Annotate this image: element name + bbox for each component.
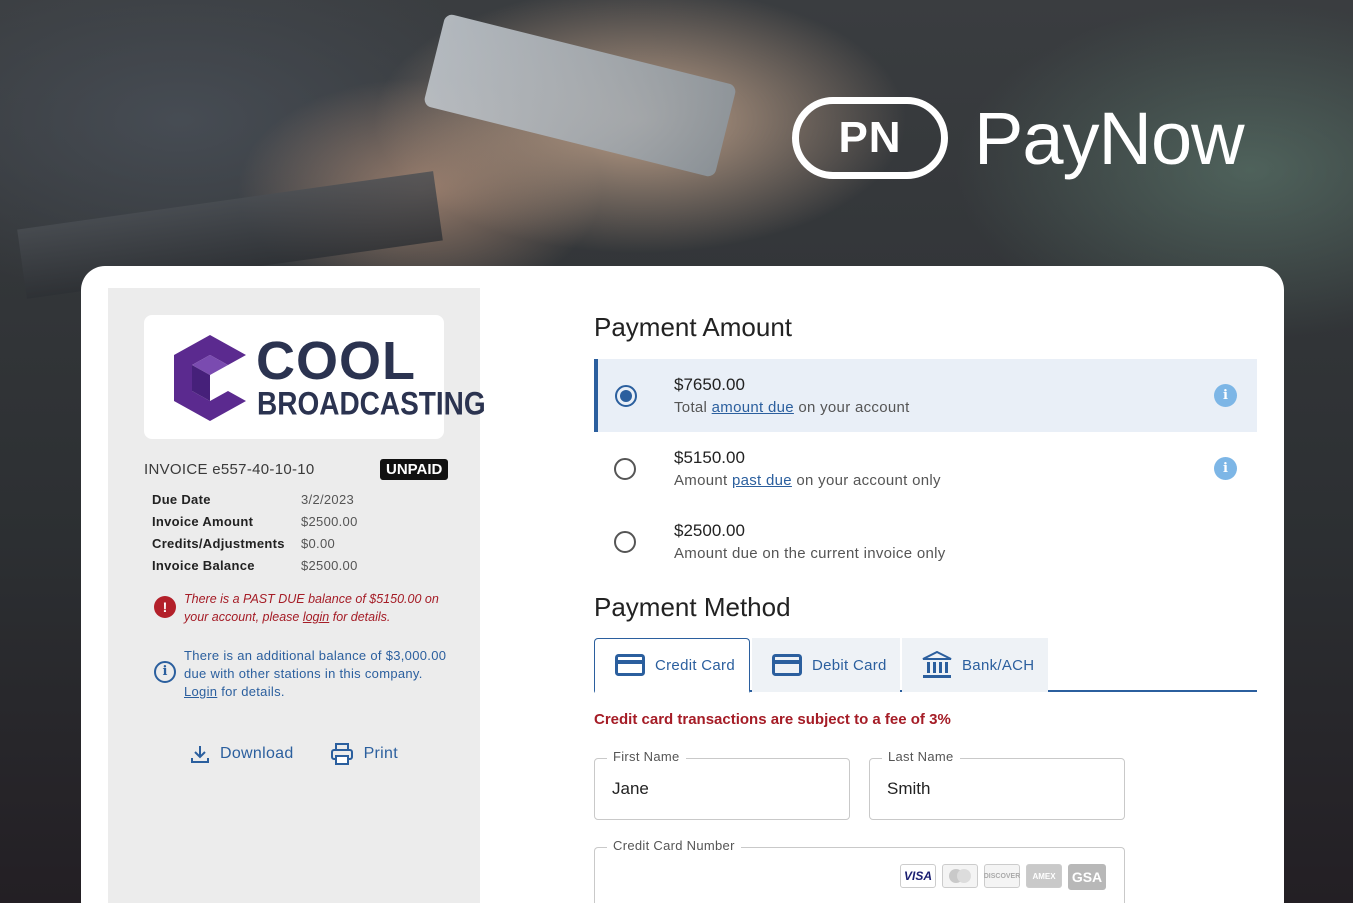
tab-label: Bank/ACH (962, 656, 1035, 674)
last-name-value: Smith (887, 779, 931, 798)
brand-name: PayNow (974, 96, 1245, 180)
download-button[interactable]: Download (190, 743, 294, 765)
fee-notice: Credit card transactions are subject to … (594, 711, 951, 728)
discover-icon: DISCOVER (984, 864, 1020, 888)
info-icon[interactable]: i (1214, 384, 1237, 407)
option-amount: $2500.00 (674, 521, 745, 540)
additional-balance-text: There is an additional balance of $3,000… (184, 648, 447, 681)
option-description: Total amount due on your account (674, 399, 910, 416)
paynow-logo: PN PayNow (792, 95, 1245, 181)
past-due-alert: ! There is a PAST DUE balance of $5150.0… (154, 590, 454, 626)
company-logo-icon (174, 335, 246, 421)
option-description-text: Total (674, 399, 712, 416)
pn-logo-mark: PN (792, 97, 948, 179)
amex-icon: AMEX (1026, 864, 1062, 888)
info-icon[interactable]: i (1214, 457, 1237, 480)
invoice-actions: Download Print (190, 743, 398, 765)
bank-icon (922, 651, 952, 678)
invoice-row: Due Date 3/2/2023 (152, 492, 358, 514)
tab-label: Credit Card (655, 656, 735, 674)
last-name-label: Last Name (882, 749, 960, 764)
option-amount: $7650.00 (674, 375, 745, 394)
invoice-row-value: $2500.00 (301, 514, 358, 529)
additional-balance-text-end: for details. (217, 684, 285, 699)
invoice-row: Invoice Balance $2500.00 (152, 558, 358, 580)
invoice-row-label: Credits/Adjustments (152, 536, 285, 551)
print-label: Print (363, 745, 398, 762)
invoice-row-label: Invoice Balance (152, 558, 255, 573)
accepted-cards: VISA DISCOVER AMEX GSA (900, 864, 1106, 890)
login-link[interactable]: login (303, 610, 329, 624)
amount-due-link[interactable]: amount due (712, 399, 794, 416)
past-due-message: There is a PAST DUE balance of $5150.00 … (184, 590, 454, 626)
company-name-line1: COOL (256, 331, 416, 391)
tab-credit-card[interactable]: Credit Card (594, 638, 750, 693)
exclamation-icon: ! (154, 596, 176, 618)
option-description-text-end: on your account (793, 399, 910, 416)
visa-icon: VISA (900, 864, 936, 888)
option-description: Amount past due on your account only (674, 472, 941, 489)
credit-card-icon (615, 654, 645, 676)
radio-button[interactable] (615, 385, 637, 407)
invoice-row: Credits/Adjustments $0.00 (152, 536, 358, 558)
option-description-text-end: on your account only (791, 472, 941, 489)
radio-button[interactable] (614, 458, 636, 480)
additional-balance-message: There is an additional balance of $3,000… (184, 647, 454, 701)
past-due-link[interactable]: past due (732, 472, 792, 489)
invoice-row-value: $2500.00 (301, 558, 358, 573)
option-description-text: Amount (674, 472, 732, 489)
invoice-details: Due Date 3/2/2023 Invoice Amount $2500.0… (152, 492, 358, 580)
tab-debit-card[interactable]: Debit Card (752, 638, 900, 692)
payment-method-tabs: Credit Card Debit Card Bank/ACH (594, 638, 1257, 693)
invoice-row-value: $0.00 (301, 536, 336, 551)
invoice-row-value: 3/2/2023 (301, 492, 355, 507)
company-name-line2: BROADCASTING (257, 385, 486, 422)
card-number-field[interactable]: Credit Card Number VISA DISCOVER AMEX GS… (594, 838, 1125, 903)
print-button[interactable]: Print (330, 743, 398, 765)
payment-method-title: Payment Method (594, 592, 791, 622)
mastercard-icon (942, 864, 978, 888)
printer-icon (330, 743, 353, 765)
amount-option-invoice[interactable]: $2500.00 Amount due on the current invoi… (594, 505, 1257, 578)
card-number-label: Credit Card Number (607, 838, 741, 853)
past-due-text-end: for details. (329, 610, 391, 624)
option-description: Amount due on the current invoice only (674, 545, 946, 562)
company-logo: COOL BROADCASTING (144, 315, 486, 439)
download-icon (191, 746, 209, 763)
download-label: Download (220, 745, 294, 762)
amount-option-total[interactable]: $7650.00 Total amount due on your accoun… (594, 359, 1257, 432)
info-icon: i (154, 661, 176, 683)
status-badge: UNPAID (380, 459, 449, 480)
tab-label: Debit Card (812, 656, 887, 674)
invoice-row: Invoice Amount $2500.00 (152, 514, 358, 536)
invoice-row-label: Due Date (152, 492, 211, 507)
radio-button[interactable] (614, 531, 636, 553)
invoice-row-label: Invoice Amount (152, 514, 254, 529)
debit-card-icon (772, 654, 802, 676)
first-name-field[interactable]: First Name Jane (594, 749, 850, 820)
first-name-label: First Name (607, 749, 686, 764)
tab-bank-ach[interactable]: Bank/ACH (902, 638, 1048, 692)
payment-amount-title: Payment Amount (594, 312, 792, 342)
amount-option-past-due[interactable]: $5150.00 Amount past due on your account… (594, 432, 1257, 505)
last-name-field[interactable]: Last Name Smith (869, 749, 1125, 820)
option-amount: $5150.00 (674, 448, 745, 467)
login-link[interactable]: Login (184, 684, 217, 699)
invoice-title: INVOICE e557-40-10-10 (144, 461, 315, 478)
first-name-value: Jane (612, 779, 649, 798)
additional-balance-alert: i There is an additional balance of $3,0… (154, 647, 454, 701)
gsa-icon: GSA (1068, 864, 1106, 890)
credit-card-image (422, 13, 738, 178)
